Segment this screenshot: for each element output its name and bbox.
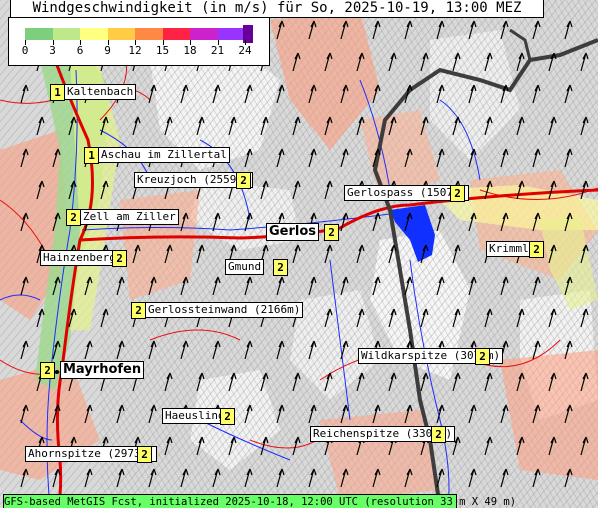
legend-tick-label: 15 <box>155 44 170 57</box>
legend-swatch <box>162 28 190 40</box>
map-title: Windgeschwindigkeit (in m/s) für So, 202… <box>10 0 544 18</box>
legend-tick-label: 0 <box>21 44 29 57</box>
legend-tick-label: 21 <box>210 44 225 57</box>
value-badge-gerlospass: 2 <box>450 185 465 202</box>
legend-tick-label: 9 <box>104 44 111 57</box>
place-label-kaltenbach: Kaltenbach <box>64 84 137 100</box>
model-info-footer: GFS-based MetGIS Fcst, initialized 2025-… <box>3 494 517 508</box>
legend-swatch <box>190 28 218 40</box>
place-label-gmund: Gmund <box>225 259 265 275</box>
forecast-map: Windgeschwindigkeit (in m/s) für So, 202… <box>0 0 598 508</box>
legend-tick-label: 3 <box>49 44 56 57</box>
place-label-mayrhofen: Mayrhofen <box>60 361 145 379</box>
legend-swatch <box>135 28 163 40</box>
value-badge-aschau: 1 <box>84 147 99 164</box>
value-badge-ahornspitze: 2 <box>137 446 152 463</box>
value-badge-mayrhofen: 2 <box>40 362 55 379</box>
value-badge-haeusling: 2 <box>220 408 235 425</box>
place-label-aschau: Aschau im Zillertal <box>98 147 230 163</box>
value-badge-hainzenberg: 2 <box>112 250 127 267</box>
legend-tick-label: 6 <box>76 44 84 57</box>
value-badge-krimml: 2 <box>529 241 544 258</box>
legend-swatch <box>80 28 108 40</box>
place-label-hainzenberg: Hainzenberg <box>40 250 119 266</box>
value-badge-gerlossteinwand: 2 <box>131 302 146 319</box>
legend-tick-label: 18 <box>183 44 197 57</box>
place-label-zell: Zell am Ziller <box>80 209 179 225</box>
legend-tick-label: 24 <box>238 44 252 57</box>
place-label-haeusling: Haeusling <box>162 408 228 424</box>
value-badge-wildkarspitze: 2 <box>475 348 490 365</box>
value-badge-gmund: 2 <box>273 259 288 276</box>
value-badge-zell: 2 <box>66 209 81 226</box>
legend-swatch <box>52 28 80 40</box>
value-badge-gerlos: 2 <box>324 224 339 241</box>
legend-tick-label: 12 <box>128 44 142 57</box>
place-label-gerlossteinwand: Gerlossteinwand (2166m) <box>145 302 304 318</box>
place-label-gerlos: Gerlos <box>266 223 320 241</box>
legend-swatch <box>25 28 53 40</box>
legend-swatch <box>217 28 245 40</box>
place-label-krimml: Krimml <box>486 241 532 257</box>
town-dot-mayrhofen <box>55 370 59 374</box>
value-badge-kreuzjoch: 2 <box>236 172 251 189</box>
place-label-kreuzjoch: Kreuzjoch (2559m) <box>134 172 253 188</box>
value-badge-kaltenbach: 1 <box>50 84 65 101</box>
wind-speed-legend: 0 3 6 9 12 15 18 21 24 <box>8 17 270 66</box>
value-badge-reichenspitze: 2 <box>431 426 446 443</box>
legend-swatch <box>107 28 135 40</box>
